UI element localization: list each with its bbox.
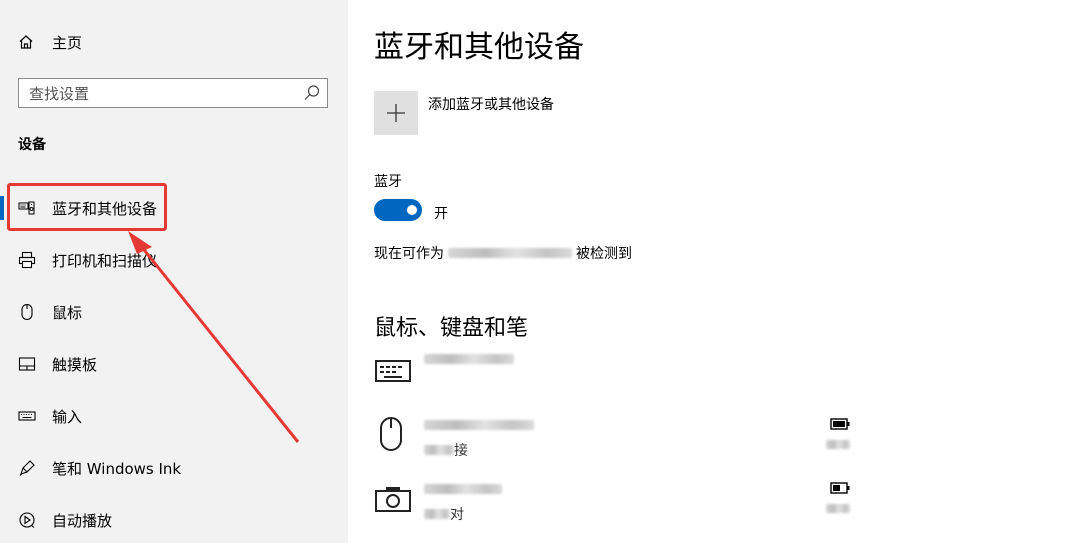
search-icon[interactable]	[303, 84, 321, 102]
battery-icon	[830, 482, 850, 494]
device-status: 接	[424, 440, 468, 460]
sidebar-item-label: 触摸板	[52, 356, 98, 374]
home-label: 主页	[52, 33, 83, 52]
home-icon	[19, 35, 33, 49]
discoverable-suffix: 被检测到	[576, 246, 632, 262]
redacted-device-name	[448, 248, 572, 258]
camera-device-icon	[375, 487, 411, 512]
pen-icon	[19, 460, 35, 476]
device-item-keyboard[interactable]	[374, 352, 1074, 402]
sidebar-item-label: 鼠标	[52, 304, 83, 322]
bluetooth-toggle[interactable]	[374, 199, 422, 221]
printer-icon	[18, 251, 36, 269]
sidebar-item-touchpad[interactable]: 触摸板	[0, 344, 348, 384]
peripherals-heading: 鼠标、键盘和笔	[374, 316, 529, 341]
sidebar-item-typing[interactable]: 输入	[0, 396, 348, 436]
settings-sidebar: 主页 设备 蓝牙和其他设备 打印机和扫描仪 鼠标	[0, 0, 348, 543]
redacted-battery-level	[826, 440, 850, 449]
redacted-device-name	[424, 420, 534, 430]
mouse-icon	[21, 303, 33, 321]
keyboard-icon	[18, 411, 36, 421]
plus-icon	[387, 104, 405, 122]
redacted-battery-level	[826, 504, 850, 513]
device-item-mouse[interactable]: 接	[374, 416, 1074, 466]
main-content: 蓝牙和其他设备 添加蓝牙或其他设备 蓝牙 开 现在可作为 被检测到 鼠标、键盘和…	[348, 0, 1080, 543]
sidebar-item-bluetooth[interactable]: 蓝牙和其他设备	[0, 188, 348, 228]
sidebar-item-label: 打印机和扫描仪	[52, 252, 158, 270]
sidebar-item-pen-ink[interactable]: 笔和 Windows Ink	[0, 448, 348, 488]
page-title: 蓝牙和其他设备	[374, 30, 584, 65]
discoverable-prefix: 现在可作为	[374, 246, 444, 262]
bluetooth-label: 蓝牙	[374, 174, 402, 190]
autoplay-icon	[19, 512, 35, 528]
device-item-camera[interactable]: 对	[374, 480, 1074, 530]
sidebar-item-mouse[interactable]: 鼠标	[0, 292, 348, 332]
device-status: 对	[424, 504, 464, 524]
sidebar-item-label: 蓝牙和其他设备	[52, 200, 158, 218]
add-device-label[interactable]: 添加蓝牙或其他设备	[428, 94, 554, 114]
sidebar-item-label: 自动播放	[52, 512, 113, 530]
section-heading-devices: 设备	[18, 137, 46, 153]
keyboard-device-icon	[375, 360, 411, 382]
sidebar-item-autoplay[interactable]: 自动播放	[0, 500, 348, 540]
mouse-device-icon	[380, 417, 402, 451]
sidebar-home[interactable]: 主页	[18, 30, 82, 54]
touchpad-icon	[18, 357, 36, 371]
bluetooth-devices-icon	[18, 201, 35, 215]
redacted-status	[424, 445, 454, 455]
redacted-device-name	[424, 484, 502, 494]
device-status-suffix: 对	[450, 507, 464, 523]
sidebar-item-label: 笔和 Windows Ink	[52, 460, 182, 478]
sidebar-item-printers[interactable]: 打印机和扫描仪	[0, 240, 348, 280]
settings-search-box	[18, 78, 328, 108]
device-status-suffix: 接	[454, 443, 468, 459]
redacted-status	[424, 509, 450, 519]
battery-icon	[830, 418, 850, 430]
discoverable-text: 现在可作为 被检测到	[374, 243, 632, 263]
redacted-device-name	[424, 354, 514, 364]
add-device-button[interactable]	[374, 91, 418, 135]
toggle-knob	[407, 205, 417, 215]
bluetooth-toggle-state: 开	[434, 206, 448, 222]
sidebar-item-label: 输入	[52, 408, 83, 426]
search-input[interactable]	[19, 79, 301, 108]
